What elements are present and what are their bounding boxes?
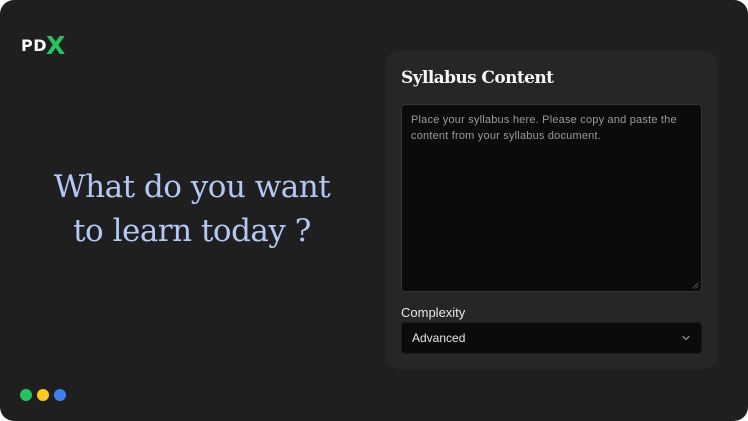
yellow-dot — [37, 389, 49, 401]
headline: What do you want to learn today ? — [20, 165, 364, 253]
green-dot — [20, 389, 32, 401]
syllabus-card: Syllabus Content Place your syllabus her… — [385, 51, 718, 369]
complexity-select[interactable]: Advanced — [401, 322, 702, 354]
complexity-label: Complexity — [401, 305, 466, 320]
syllabus-textarea[interactable]: Place your syllabus here. Please copy an… — [401, 104, 702, 292]
chevron-down-icon — [682, 335, 690, 341]
headline-line-2: to learn today ? — [73, 213, 311, 249]
complexity-value: Advanced — [412, 331, 466, 345]
blue-dot — [54, 389, 66, 401]
brand-logo: PD X — [21, 31, 65, 59]
logo-accent: X — [46, 30, 66, 60]
app-window: PD X What do you want to learn today ? S… — [0, 0, 748, 421]
logo-text: PD — [21, 35, 48, 55]
card-title: Syllabus Content — [401, 68, 554, 88]
resize-handle-icon[interactable] — [692, 282, 699, 289]
headline-line-1: What do you want — [53, 169, 331, 205]
syllabus-placeholder: Place your syllabus here. Please copy an… — [411, 114, 677, 142]
status-dots — [20, 389, 66, 401]
